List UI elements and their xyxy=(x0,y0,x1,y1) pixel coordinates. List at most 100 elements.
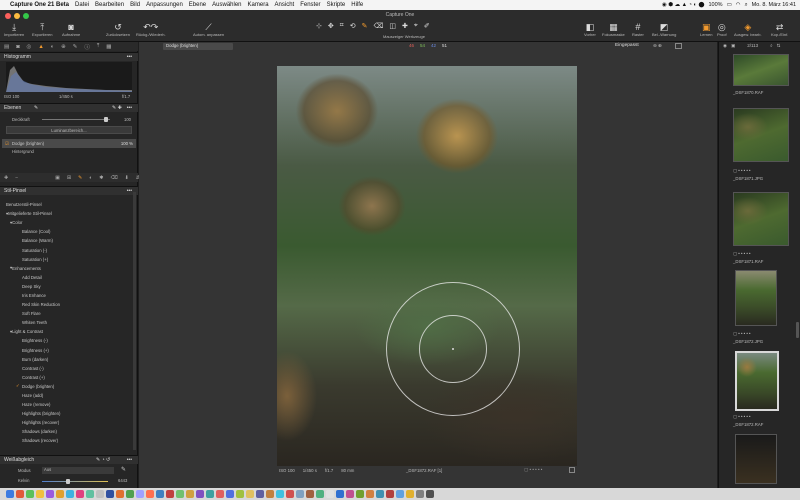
tool-crop-icon[interactable]: ⌗ xyxy=(340,22,344,32)
paint-icon[interactable]: ✎ xyxy=(78,175,82,181)
opacity-slider-handle[interactable] xyxy=(104,117,108,122)
dock-app-icon[interactable] xyxy=(16,490,24,498)
add-layer-icon[interactable]: ✚ xyxy=(4,175,8,181)
dock-app-icon[interactable] xyxy=(146,490,154,498)
list-item[interactable]: Balance (Cool) xyxy=(6,227,132,236)
dock-app-icon[interactable] xyxy=(376,490,384,498)
dock-app-icon[interactable] xyxy=(206,490,214,498)
browser-view-icon[interactable]: ▣ xyxy=(731,43,735,49)
list-group-color[interactable]: ▾ Color xyxy=(6,218,132,227)
wifi-icon[interactable]: ◠ xyxy=(736,2,741,8)
dock-app-icon[interactable] xyxy=(296,490,304,498)
dock-app-icon[interactable] xyxy=(336,490,344,498)
focus-mask-button[interactable]: ▦ Fokusmaske xyxy=(602,22,625,37)
capture-button[interactable]: ◙ Aufnahme xyxy=(62,22,80,37)
image-viewer[interactable]: Dodge (brighten) 46 54 42 51 Eingepasst … xyxy=(139,42,717,488)
list-item[interactable]: Shadows (recover) xyxy=(6,436,132,445)
dock-app-icon[interactable] xyxy=(36,490,44,498)
dock-app-icon[interactable] xyxy=(126,490,134,498)
dock-app-icon[interactable] xyxy=(366,490,374,498)
dock-app-icon[interactable] xyxy=(236,490,244,498)
dock-app-icon[interactable] xyxy=(216,490,224,498)
dock-app-icon[interactable] xyxy=(326,490,334,498)
dock-app-icon[interactable] xyxy=(106,490,114,498)
active-layer-chip[interactable]: Dodge (brighten) xyxy=(163,43,233,50)
menu-bearbeiten[interactable]: Bearbeiten xyxy=(95,2,124,8)
menu-ebene[interactable]: Ebene xyxy=(189,2,206,8)
dock-app-icon[interactable] xyxy=(76,490,84,498)
menu-auswaehlen[interactable]: Auswählen xyxy=(212,2,241,8)
list-item[interactable]: Burn (darken) xyxy=(6,355,132,364)
tab-exposure-icon[interactable]: ▲ xyxy=(38,44,43,50)
list-item[interactable]: Red Skin Reduction xyxy=(6,300,132,309)
style-brushes-header[interactable]: Stil-Pinsel ••• xyxy=(0,186,138,195)
list-item[interactable]: Highlights (recover) xyxy=(6,418,132,427)
menu-ansicht[interactable]: Ansicht xyxy=(275,2,295,8)
thumbnail-rating[interactable]: ▢ • • • • • xyxy=(733,331,751,337)
tab-batch-icon[interactable]: ▦ xyxy=(106,44,111,50)
opacity-slider[interactable] xyxy=(42,119,110,120)
tab-local-icon[interactable]: ✎ xyxy=(73,44,78,50)
wb-mode-select[interactable]: Aus xyxy=(42,467,114,474)
undo-redo-button[interactable]: ↶↷ Rückg./Wiederh. xyxy=(136,22,166,37)
thumbnail-2[interactable] xyxy=(733,192,789,246)
status-icons[interactable]: ◉ ⬢ ☁ ▲ ◔ ◐ ⬤ xyxy=(662,2,705,8)
dock-app-icon[interactable] xyxy=(246,490,254,498)
viewer-mode-icon[interactable] xyxy=(675,43,682,49)
list-item[interactable]: Saturation (-) xyxy=(6,245,132,254)
list-item[interactable]: Haze (add) xyxy=(6,391,132,400)
refine-icon[interactable]: ✱ xyxy=(99,175,103,181)
proof-button[interactable]: ◎ Proof xyxy=(717,22,727,37)
dock-app-icon[interactable] xyxy=(156,490,164,498)
dock-app-icon[interactable] xyxy=(356,490,364,498)
tool-eraser-icon[interactable]: ⌫ xyxy=(373,22,383,32)
menu-skripte[interactable]: Skripte xyxy=(327,2,346,8)
tab-meta-icon[interactable]: ⓘ xyxy=(84,43,90,51)
list-item[interactable]: Contrast (-) xyxy=(6,364,132,373)
list-item[interactable]: Brightness (-) xyxy=(6,336,132,345)
gradient-mask-icon[interactable]: ◐ xyxy=(89,175,92,181)
thumbnail-rating[interactable]: ▢ • • • • • xyxy=(733,251,751,257)
kelvin-slider[interactable] xyxy=(42,481,108,482)
layer-row-background[interactable]: Hintergrund xyxy=(12,149,34,154)
wb-tools-icon[interactable]: ✎ ◔ ↺ xyxy=(96,457,110,463)
brush-mask-icon[interactable]: ⊞ xyxy=(67,175,71,181)
dock-app-icon[interactable] xyxy=(186,490,194,498)
fill-icon[interactable]: ⬇ xyxy=(125,175,129,181)
tab-detail-icon[interactable]: ⊕ xyxy=(61,44,66,50)
dock-app-icon[interactable] xyxy=(26,490,34,498)
list-item[interactable]: Contrast (+) xyxy=(6,373,132,382)
thumbnail-rating[interactable]: ▢ • • • • • xyxy=(733,414,751,420)
thumbnail-4-selected[interactable] xyxy=(735,351,779,411)
tool-annotate-icon[interactable]: ✐ xyxy=(424,22,430,32)
grid-button[interactable]: # Raster xyxy=(632,22,644,37)
dock-app-icon[interactable] xyxy=(416,490,424,498)
dock-app-icon[interactable] xyxy=(66,490,74,498)
tab-output-icon[interactable]: ⤒ xyxy=(97,43,99,50)
dock-app-icon[interactable] xyxy=(306,490,314,498)
tool-select-icon[interactable]: ⊹ xyxy=(316,22,322,32)
menu-datei[interactable]: Datei xyxy=(75,2,89,8)
thumbnail-5[interactable] xyxy=(735,434,777,484)
dock-app-icon[interactable] xyxy=(136,490,144,498)
dock-app-icon[interactable] xyxy=(276,490,284,498)
luminance-range-button[interactable]: Luminanzbereich... xyxy=(6,126,132,134)
menu-fenster[interactable]: Fenster xyxy=(300,2,320,8)
tab-color-icon[interactable]: ◐ xyxy=(51,44,54,50)
scrollbar[interactable] xyxy=(133,192,136,450)
learn-button[interactable]: ▣ Lernen xyxy=(700,22,712,37)
thumbnail-rating[interactable]: ▢ • • • • • xyxy=(733,168,751,174)
menu-anpassungen[interactable]: Anpassungen xyxy=(146,2,183,8)
zoom-icon[interactable]: ⊖ ⊕ xyxy=(653,43,662,49)
list-item[interactable]: Add Detail xyxy=(6,273,132,282)
mask-icon[interactable]: ▣ xyxy=(55,175,60,181)
menu-kamera[interactable]: Kamera xyxy=(248,2,269,8)
edit-selected-button[interactable]: ◈ Ausgew. bearb. xyxy=(734,22,762,37)
dock-app-icon[interactable] xyxy=(396,490,404,498)
thumbnail-1[interactable] xyxy=(733,108,789,162)
sort-icon[interactable]: ⇅ xyxy=(777,43,781,49)
more-icon[interactable]: ••• xyxy=(127,188,132,194)
app-menu[interactable]: Capture One 21 Beta xyxy=(10,2,69,8)
list-item[interactable]: Whiten Teeth xyxy=(6,318,132,327)
menu-hilfe[interactable]: Hilfe xyxy=(351,2,363,8)
